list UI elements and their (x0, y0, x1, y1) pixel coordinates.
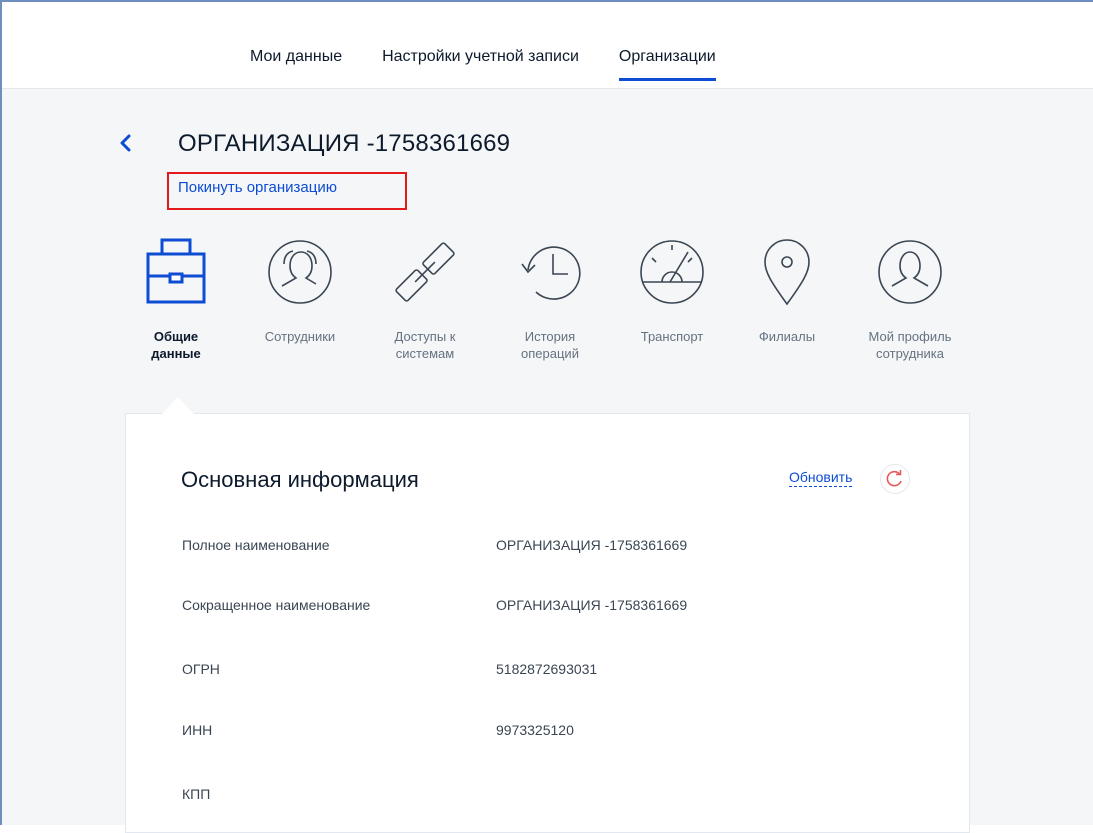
tab-account-settings[interactable]: Настройки учетной записи (382, 48, 579, 80)
section-system-access[interactable]: Доступы к системам (370, 236, 480, 362)
section-label: Общие данные (151, 329, 201, 361)
back-arrow-icon[interactable] (118, 133, 132, 153)
section-employees[interactable]: Сотрудники (245, 236, 355, 345)
profile-tabs: Мои данные Настройки учетной записи Орга… (250, 48, 756, 81)
employees-icon (268, 240, 332, 304)
section-branches[interactable]: Филиалы (732, 236, 842, 345)
link-icon (395, 242, 455, 302)
profile-icon (878, 240, 942, 304)
briefcase-icon (146, 238, 206, 304)
section-operations-history[interactable]: История операций (495, 236, 605, 362)
ogrn-label: ОГРН (182, 661, 220, 677)
short-name-label: Сокращенное наименование (182, 597, 371, 613)
section-icon-row: Общие данные Сотрудники Доступы к систем… (125, 236, 985, 396)
section-transport[interactable]: Транспорт (617, 236, 727, 345)
section-label: Филиалы (758, 329, 816, 344)
tab-organizations[interactable]: Организации (618, 48, 716, 81)
kpp-label: КПП (182, 786, 211, 802)
location-pin-icon (764, 239, 810, 306)
section-label: Мой профиль сотрудника (868, 329, 952, 361)
card-pointer (162, 397, 194, 414)
section-my-employee-profile[interactable]: Мой профиль сотрудника (855, 236, 965, 362)
short-name-value: ОРГАНИЗАЦИЯ -1758361669 (496, 597, 688, 613)
ogrn-value: 5182872693031 (496, 661, 598, 677)
refresh-button[interactable] (880, 464, 910, 494)
speedometer-icon (640, 240, 704, 304)
history-icon (521, 246, 581, 300)
full-name-value: ОРГАНИЗАЦИЯ -1758361669 (496, 537, 688, 553)
leave-organization-link[interactable]: Покинуть организацию (178, 179, 337, 196)
section-label: Сотрудники (264, 329, 336, 344)
page-title: ОРГАНИЗАЦИЯ -1758361669 (178, 130, 511, 157)
section-title: Основная информация (181, 467, 419, 492)
section-label: История операций (521, 329, 579, 361)
inn-value: 9973325120 (496, 722, 574, 738)
tab-my-data[interactable]: Мои данные (250, 48, 342, 80)
refresh-icon (886, 470, 902, 487)
inn-label: ИНН (182, 722, 213, 738)
section-label: Доступы к системам (394, 329, 456, 361)
refresh-link[interactable]: Обновить (789, 469, 853, 487)
top-navigation: Мои данные Настройки учетной записи Орга… (2, 2, 1093, 89)
section-general-data[interactable]: Общие данные (121, 236, 231, 362)
section-label: Транспорт (640, 329, 704, 344)
full-name-label: Полное наименование (182, 537, 330, 553)
